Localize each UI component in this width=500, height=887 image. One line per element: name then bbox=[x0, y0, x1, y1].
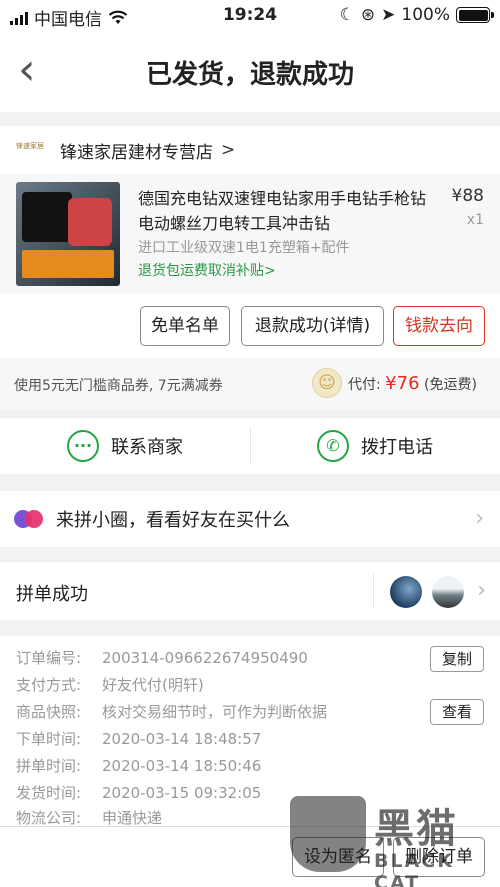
status-bar: 中国电信 19:24 ☾ ⊛ ➤ 100% bbox=[0, 0, 500, 32]
contact-row: ··· 联系商家 ✆ 拨打电话 bbox=[0, 418, 500, 474]
group-time: 2020-03-14 18:50:46 bbox=[102, 757, 262, 775]
snapshot-text: 核对交易细节时，可作为判断依据 bbox=[102, 703, 328, 721]
group-success-text: 拼单成功 bbox=[16, 584, 88, 605]
money-where-button[interactable]: 钱款去向 bbox=[393, 306, 485, 346]
store-logo: 锋速家居 bbox=[16, 142, 44, 150]
order-time: 2020-03-14 18:48:57 bbox=[102, 730, 262, 748]
view-snapshot-button[interactable]: 查看 bbox=[430, 699, 484, 725]
logistics-company: 申通快递 bbox=[102, 809, 163, 827]
product-thumbnail bbox=[16, 182, 120, 286]
product-spec: 进口工业级双速1电1充塑箱+配件 bbox=[138, 240, 350, 256]
battery-icon bbox=[456, 7, 494, 23]
return-shipping-promo[interactable]: 退货包运费取消补贴> bbox=[138, 260, 276, 280]
chevron-right-icon: > bbox=[221, 140, 236, 160]
order-actions: 免单名单 退款成功(详情) 钱款去向 bbox=[0, 294, 500, 358]
bottom-action-bar: 设为匿名 删除订单 bbox=[0, 826, 500, 887]
page-title: 已发货，退款成功 bbox=[145, 60, 354, 90]
coupon-text: 使用5元无门槛商品券, 7元满减券 bbox=[14, 378, 223, 394]
chevron-right-icon: › bbox=[477, 578, 486, 603]
pay-method-row: 支付方式: 好友代付(明轩) bbox=[16, 676, 204, 694]
pay-method: 好友代付(明轩) bbox=[102, 676, 204, 694]
location-icon: ➤ bbox=[381, 5, 396, 25]
copy-button[interactable]: 复制 bbox=[430, 646, 484, 672]
moon-icon: ☾ bbox=[339, 5, 355, 25]
member-avatar bbox=[390, 576, 422, 608]
circle-logo-icon bbox=[14, 510, 44, 528]
store-name: 锋速家居建材专营店 bbox=[60, 142, 213, 163]
shipping-note: (免运费) bbox=[423, 377, 477, 393]
paid-label: 代付: bbox=[348, 377, 386, 393]
battery-label: 100% bbox=[401, 5, 450, 25]
call-phone-button[interactable]: ✆ 拨打电话 bbox=[250, 418, 500, 474]
phone-icon: ✆ bbox=[317, 430, 349, 462]
chevron-right-icon: › bbox=[475, 506, 484, 531]
anonymous-button[interactable]: 设为匿名 bbox=[292, 837, 384, 877]
friend-circle-row[interactable]: 来拼小圈，看看好友在买什么 › bbox=[0, 491, 500, 547]
product-quantity: x1 bbox=[466, 212, 484, 228]
product-name: 德国充电钻双速锂电钻家用手电钻手枪钻电动螺丝刀电转工具冲击钻 bbox=[138, 189, 427, 233]
promo-label: 退货包运费取消补贴 bbox=[138, 263, 264, 279]
paid-amount-value: ¥76 bbox=[385, 373, 420, 394]
product-card[interactable]: 德国充电钻双速锂电钻家用手电钻手枪钻电动螺丝刀电转工具冲击钻 ¥88 x1 进口… bbox=[0, 174, 500, 294]
group-success-row[interactable]: 拼单成功 › bbox=[0, 562, 500, 620]
payer-avatar: ☺ bbox=[312, 368, 342, 398]
member-avatar bbox=[432, 576, 464, 608]
chat-icon: ··· bbox=[67, 430, 99, 462]
refund-detail-button[interactable]: 退款成功(详情) bbox=[241, 306, 384, 346]
friend-circle-text: 来拼小圈，看看好友在买什么 bbox=[56, 510, 290, 531]
contact-merchant-button[interactable]: ··· 联系商家 bbox=[0, 418, 250, 474]
paid-amount: 代付: ¥76 (免运费) bbox=[348, 373, 477, 394]
order-number: 200314-096622674950490 bbox=[102, 649, 308, 667]
group-time-row: 拼单时间: 2020-03-14 18:50:46 bbox=[16, 757, 262, 775]
free-list-button[interactable]: 免单名单 bbox=[140, 306, 230, 346]
store-row[interactable]: 锋速家居 锋速家居建材专营店 > bbox=[0, 126, 500, 174]
status-right: ☾ ⊛ ➤ 100% bbox=[339, 5, 494, 25]
order-time-row: 下单时间: 2020-03-14 18:48:57 bbox=[16, 730, 262, 748]
snapshot-row: 商品快照: 核对交易细节时，可作为判断依据 bbox=[16, 703, 328, 721]
product-price: ¥88 bbox=[451, 186, 484, 206]
order-number-row: 订单编号: 200314-096622674950490 bbox=[16, 649, 308, 667]
delete-order-button[interactable]: 删除订单 bbox=[393, 837, 485, 877]
navigation-bar: ‹ 已发货，退款成功 bbox=[0, 32, 500, 112]
rotation-lock-icon: ⊛ bbox=[360, 5, 376, 25]
payment-summary: 使用5元无门槛商品券, 7元满减券 ☺ 代付: ¥76 (免运费) bbox=[0, 358, 500, 410]
contact-merchant-label: 联系商家 bbox=[111, 437, 183, 458]
chevron-right-icon: > bbox=[264, 263, 276, 279]
call-phone-label: 拨打电话 bbox=[361, 437, 433, 458]
ship-time-row: 发货时间: 2020-03-15 09:32:05 bbox=[16, 784, 262, 802]
ship-time: 2020-03-15 09:32:05 bbox=[102, 784, 262, 802]
